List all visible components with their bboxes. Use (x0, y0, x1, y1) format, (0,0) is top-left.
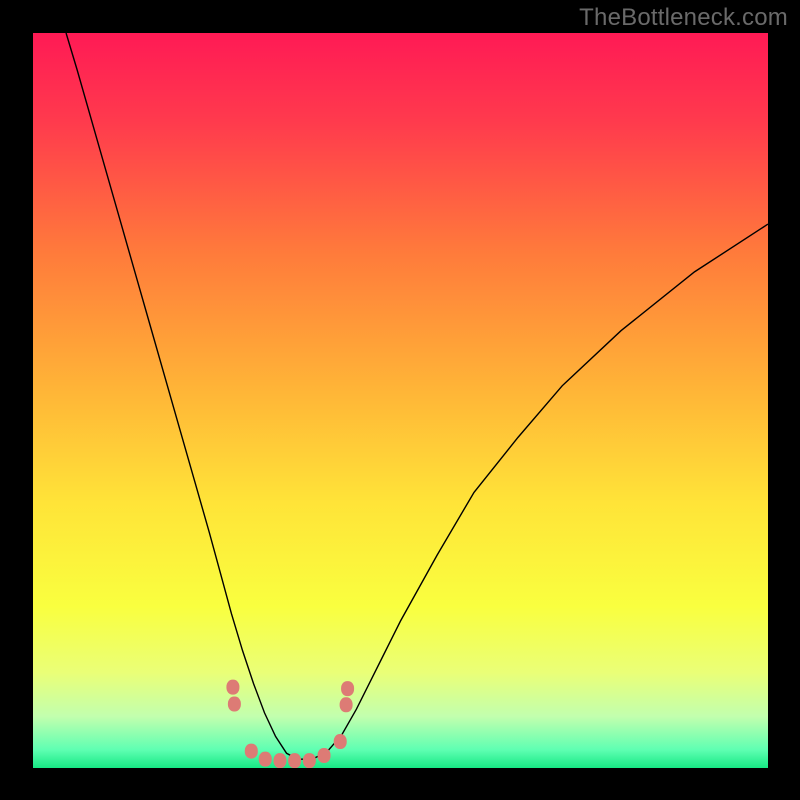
marker-point (259, 752, 272, 767)
marker-point (318, 748, 331, 763)
marker-point (228, 697, 241, 712)
marker-point (334, 734, 347, 749)
marker-point (273, 753, 286, 768)
marker-point (341, 681, 354, 696)
chart-container: TheBottleneck.com (0, 0, 800, 800)
chart-background (33, 33, 768, 768)
watermark-text: TheBottleneck.com (579, 4, 788, 32)
marker-point (226, 680, 239, 695)
chart-svg (33, 33, 768, 768)
plot-area (33, 33, 768, 768)
marker-point (340, 697, 353, 712)
marker-point (288, 753, 301, 768)
marker-point (303, 753, 316, 768)
marker-point (245, 744, 258, 759)
